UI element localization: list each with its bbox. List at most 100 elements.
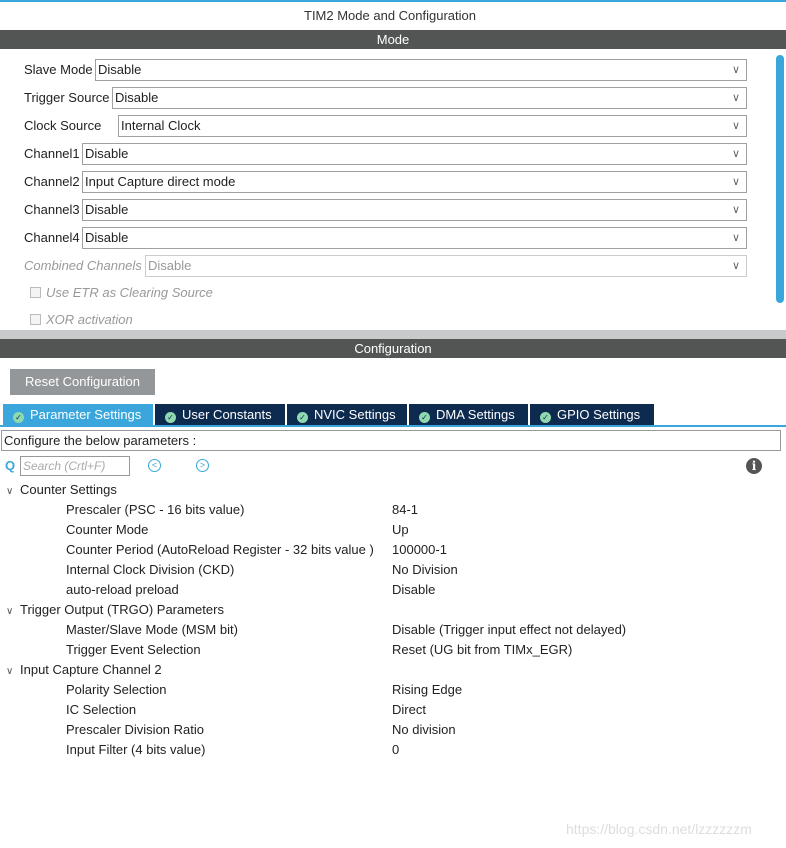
select-value: Disable (98, 62, 142, 77)
param-value[interactable]: 100000-1 (392, 540, 447, 560)
param-value[interactable]: Direct (392, 700, 426, 720)
field-select[interactable]: Disable ∨ (82, 199, 747, 221)
field-label: Combined Channels (24, 258, 142, 273)
window-top-border (0, 0, 786, 2)
field-label: Trigger Source (24, 90, 110, 105)
mode-scrollbar[interactable] (776, 55, 784, 303)
group-label: Input Capture Channel 2 (20, 662, 162, 677)
field-label: Slave Mode (24, 62, 93, 77)
field-label: Channel1 (24, 146, 80, 161)
chevron-down-icon: ∨ (731, 148, 740, 160)
field-select[interactable]: Disable ∨ (82, 227, 747, 249)
previous-icon[interactable]: < (148, 459, 161, 472)
tree-group[interactable]: ∨ Counter Settings (6, 480, 117, 500)
mode-field-row: Channel3 Disable ∨ (24, 199, 747, 221)
tab[interactable]: ✓ User Constants (155, 404, 285, 426)
tab-label: Parameter Settings (30, 407, 142, 422)
field-label: Channel3 (24, 202, 80, 217)
tab-label: NVIC Settings (314, 407, 396, 422)
group-label: Trigger Output (TRGO) Parameters (20, 602, 224, 617)
mode-field-row: Trigger Source Disable ∨ (24, 87, 747, 109)
search-input[interactable]: Search (Crtl+F) (20, 456, 130, 476)
param-name[interactable]: Counter Mode (66, 520, 148, 540)
tree-group[interactable]: ∨ Trigger Output (TRGO) Parameters (6, 600, 224, 620)
param-name[interactable]: Input Filter (4 bits value) (66, 740, 205, 760)
param-name[interactable]: Prescaler (PSC - 16 bits value) (66, 500, 244, 520)
param-name[interactable]: Counter Period (AutoReload Register - 32… (66, 540, 374, 560)
param-name[interactable]: Internal Clock Division (CKD) (66, 560, 234, 580)
tab-label: DMA Settings (436, 407, 515, 422)
tab-underline (0, 425, 786, 427)
field-select[interactable]: Disable ∨ (112, 87, 747, 109)
chevron-down-icon: ∨ (6, 486, 14, 497)
param-value[interactable]: Reset (UG bit from TIMx_EGR) (392, 640, 572, 660)
param-value[interactable]: No division (392, 720, 456, 740)
chevron-down-icon: ∨ (731, 64, 740, 76)
checkbox: Use ETR as Clearing Source (30, 285, 213, 301)
mode-field-row: Clock Source Internal Clock ∨ (24, 115, 747, 137)
param-value[interactable]: 0 (392, 740, 399, 760)
configuration-header: Configuration (0, 339, 786, 358)
param-name[interactable]: Trigger Event Selection (66, 640, 201, 660)
select-value: Disable (85, 202, 129, 217)
param-value[interactable]: Rising Edge (392, 680, 462, 700)
param-value[interactable]: Disable (Trigger input effect not delaye… (392, 620, 626, 640)
select-value: Disable (148, 258, 192, 273)
param-name[interactable]: IC Selection (66, 700, 136, 720)
mode-field-row: Slave Mode Disable ∨ (24, 59, 747, 81)
chevron-down-icon: ∨ (731, 260, 740, 272)
param-value[interactable]: No Division (392, 560, 458, 580)
select-value: Disable (85, 230, 129, 245)
chevron-down-icon: ∨ (731, 204, 740, 216)
param-value[interactable]: Up (392, 520, 409, 540)
chevron-down-icon: ∨ (731, 120, 740, 132)
param-name[interactable]: Master/Slave Mode (MSM bit) (66, 620, 238, 640)
param-name[interactable]: Prescaler Division Ratio (66, 720, 204, 740)
mode-field-row: Channel1 Disable ∨ (24, 143, 747, 165)
chevron-down-icon: ∨ (6, 666, 14, 677)
window-title: TIM2 Mode and Configuration (304, 8, 476, 23)
field-label: Channel4 (24, 230, 80, 245)
check-circle-icon: ✓ (165, 412, 176, 423)
checkbox-box (30, 314, 41, 325)
check-circle-icon: ✓ (13, 412, 24, 423)
configure-text: Configure the below parameters : (1, 430, 781, 451)
next-icon[interactable]: > (196, 459, 209, 472)
checkbox-label: XOR activation (46, 312, 133, 327)
checkbox: XOR activation (30, 312, 133, 328)
tab[interactable]: ✓ DMA Settings (409, 404, 528, 426)
field-select[interactable]: Disable ∨ (82, 143, 747, 165)
mode-header: Mode (0, 30, 786, 49)
field-select[interactable]: Input Capture direct mode ∨ (82, 171, 747, 193)
reset-configuration-button[interactable]: Reset Configuration (10, 369, 155, 395)
tab[interactable]: ✓ GPIO Settings (530, 404, 654, 426)
splitter[interactable] (0, 330, 786, 339)
group-label: Counter Settings (20, 482, 117, 497)
search-icon: Q (5, 458, 16, 473)
checkbox-label: Use ETR as Clearing Source (46, 285, 213, 300)
select-value: Disable (85, 146, 129, 161)
param-name[interactable]: Polarity Selection (66, 680, 166, 700)
checkbox-box (30, 287, 41, 298)
check-circle-icon: ✓ (540, 412, 551, 423)
field-select[interactable]: Disable ∨ (95, 59, 747, 81)
param-value[interactable]: 84-1 (392, 500, 418, 520)
mode-field-row: Combined Channels Disable ∨ (24, 255, 747, 277)
param-value[interactable]: Disable (392, 580, 435, 600)
field-select[interactable]: Internal Clock ∨ (118, 115, 747, 137)
tab-label: User Constants (182, 407, 272, 422)
tab[interactable]: ✓ Parameter Settings (3, 404, 153, 426)
select-value: Input Capture direct mode (85, 174, 236, 189)
tree-group[interactable]: ∨ Input Capture Channel 2 (6, 660, 162, 680)
check-circle-icon: ✓ (419, 412, 430, 423)
field-label: Clock Source (24, 118, 102, 133)
info-icon[interactable]: i (746, 458, 762, 474)
mode-field-row: Channel4 Disable ∨ (24, 227, 747, 249)
param-name[interactable]: auto-reload preload (66, 580, 179, 600)
watermark: https://blog.csdn.net/lzzzzzzm (566, 821, 752, 837)
chevron-down-icon: ∨ (731, 232, 740, 244)
tab[interactable]: ✓ NVIC Settings (287, 404, 407, 426)
select-value: Internal Clock (121, 118, 201, 133)
field-label: Channel2 (24, 174, 80, 189)
select-value: Disable (115, 90, 159, 105)
